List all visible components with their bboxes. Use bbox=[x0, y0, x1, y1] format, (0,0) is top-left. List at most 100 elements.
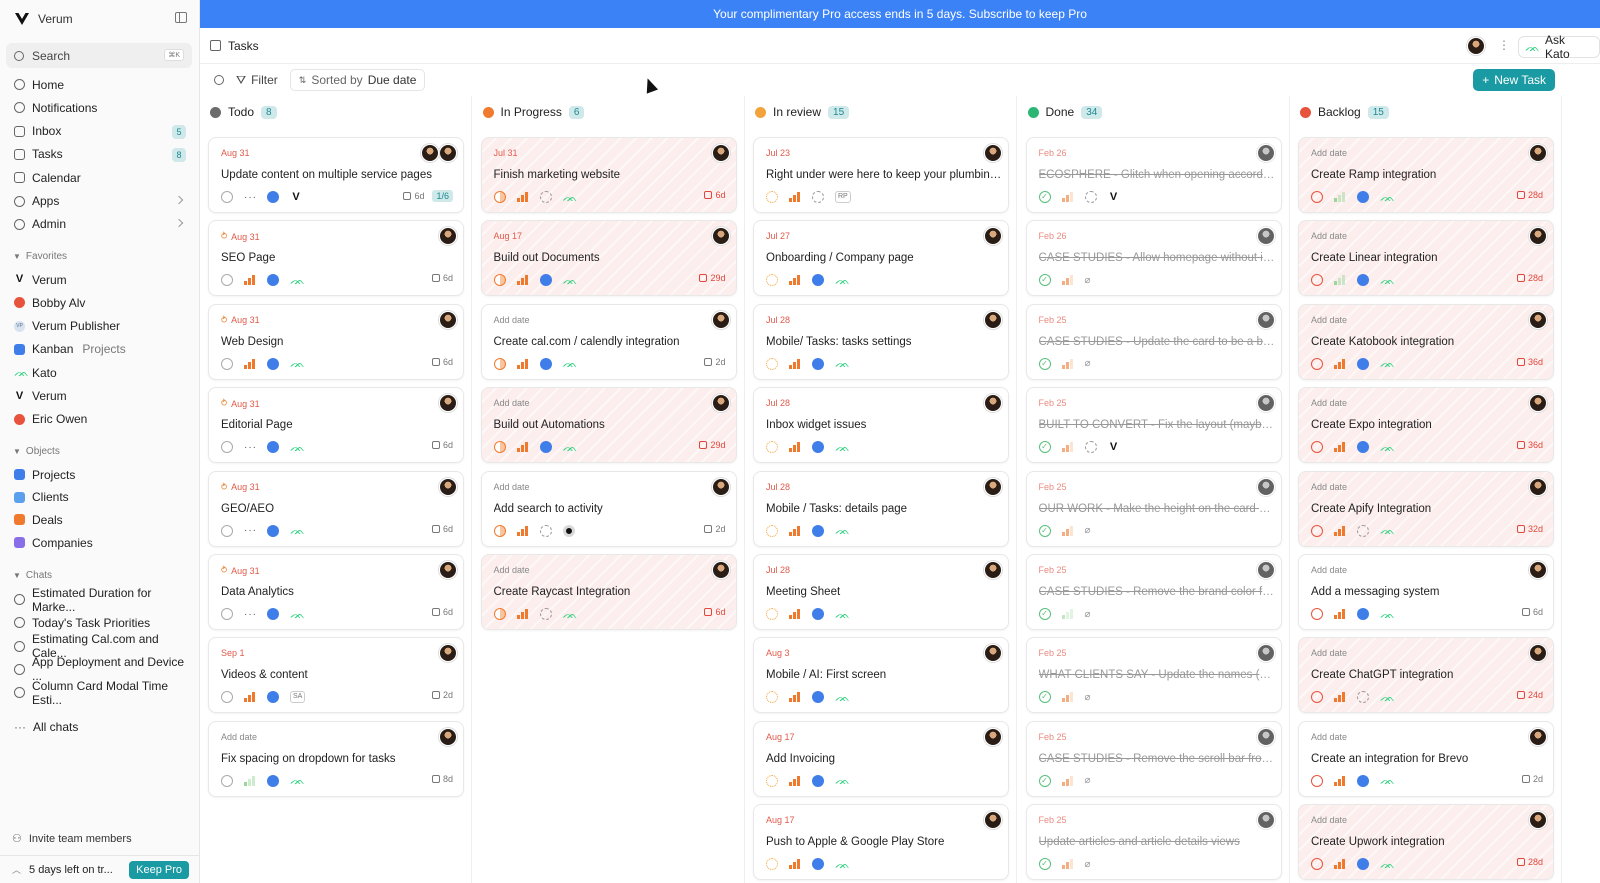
workspace-switcher[interactable]: Verum bbox=[14, 11, 73, 27]
task-card[interactable]: Add date Create Ramp integration ᨏ 28d bbox=[1298, 137, 1554, 213]
status-icon[interactable]: ✓ bbox=[1038, 191, 1051, 203]
assignee-avatar[interactable] bbox=[711, 561, 730, 579]
chat-item-estimated-duration-for-marke[interactable]: Estimated Duration for Marke... bbox=[6, 586, 192, 614]
priority-icon[interactable] bbox=[1061, 192, 1074, 202]
due-date[interactable]: ⥁ Aug 31 bbox=[221, 398, 260, 409]
due-date[interactable]: Jul 28 bbox=[766, 565, 790, 575]
due-date[interactable]: Jul 23 bbox=[766, 148, 790, 158]
assignee-avatar[interactable] bbox=[711, 394, 730, 413]
sidebar-item-notifications[interactable]: Notifications bbox=[6, 96, 192, 119]
status-icon[interactable] bbox=[766, 441, 778, 454]
priority-icon[interactable] bbox=[789, 775, 801, 786]
task-card[interactable]: Add date Create Linear integration ᨏ 28d bbox=[1298, 220, 1554, 297]
due-date[interactable]: Add date bbox=[494, 565, 530, 575]
due-date[interactable]: Add date bbox=[1311, 482, 1347, 492]
due-date[interactable]: Aug 31 bbox=[221, 148, 250, 158]
assignee-avatar[interactable] bbox=[1529, 644, 1547, 663]
due-date[interactable]: Add date bbox=[1311, 315, 1347, 325]
priority-icon[interactable] bbox=[1334, 525, 1346, 536]
priority-icon[interactable] bbox=[1334, 275, 1346, 286]
project-icon[interactable] bbox=[1357, 608, 1369, 620]
sidebar-item-apps[interactable]: Apps bbox=[6, 190, 192, 213]
project-icon[interactable] bbox=[267, 691, 279, 704]
due-date[interactable]: Add date bbox=[494, 482, 530, 492]
status-icon[interactable]: ✓ bbox=[1038, 858, 1051, 871]
favorite-item-kanban[interactable]: Kanban Projects bbox=[6, 338, 192, 361]
sidebar-item-tasks[interactable]: Tasks 8 bbox=[6, 143, 192, 166]
priority-icon[interactable] bbox=[1061, 442, 1074, 453]
project-icon[interactable] bbox=[539, 441, 552, 454]
task-card[interactable]: Jul 28 Mobile/ Tasks: tasks settings ᨏ bbox=[753, 303, 1009, 380]
assignee-avatar[interactable] bbox=[984, 727, 1002, 746]
task-card[interactable]: Add date Fix spacing on dropdown for task… bbox=[208, 720, 464, 797]
assignee-avatar[interactable] bbox=[439, 310, 457, 329]
status-icon[interactable] bbox=[766, 357, 778, 370]
status-icon[interactable] bbox=[1311, 441, 1323, 454]
status-icon[interactable] bbox=[221, 691, 233, 704]
status-icon[interactable] bbox=[221, 274, 233, 287]
task-card[interactable]: Aug 17 Push to Apple & Google Play Store ᨏ bbox=[753, 804, 1009, 881]
status-icon[interactable]: ✓ bbox=[1038, 608, 1051, 620]
status-icon[interactable] bbox=[766, 191, 778, 203]
project-icon[interactable] bbox=[812, 774, 824, 787]
status-icon[interactable] bbox=[221, 608, 233, 620]
priority-icon[interactable] bbox=[789, 275, 801, 286]
task-card[interactable]: ⥁ Aug 31 Editorial Page ··· ᨏ 6d bbox=[208, 387, 464, 464]
due-date[interactable]: Add date bbox=[494, 398, 530, 408]
task-card[interactable]: Aug 17 Add Invoicing ᨏ bbox=[753, 720, 1009, 797]
task-card[interactable]: Add date Create Raycast Integration ᨏ 6d bbox=[480, 554, 737, 630]
assignee-avatar[interactable] bbox=[1256, 144, 1275, 162]
chat-item-today-s-task-priorities[interactable]: Today's Task Priorities bbox=[6, 611, 192, 634]
assignee-avatar[interactable] bbox=[439, 727, 457, 746]
due-date[interactable]: Add date bbox=[1311, 231, 1347, 241]
task-card[interactable]: Jul 23 Right under were here to keep your… bbox=[753, 137, 1009, 213]
assignee-avatar[interactable] bbox=[984, 310, 1002, 329]
assignee-avatar[interactable] bbox=[439, 144, 457, 162]
favorite-item-bobby-alv[interactable]: Bobby Alv bbox=[6, 291, 192, 314]
assignee-avatar[interactable] bbox=[711, 144, 730, 162]
chats-section-header[interactable]: ▼ Chats bbox=[13, 570, 52, 581]
task-card[interactable]: ⥁ Aug 31 Data Analytics ··· ᨏ 6d bbox=[208, 554, 464, 630]
project-icon[interactable] bbox=[267, 357, 279, 370]
due-date[interactable]: Add date bbox=[1311, 815, 1347, 825]
project-icon[interactable] bbox=[539, 357, 552, 370]
task-card[interactable]: Add date Create Expo integration ᨏ 36d bbox=[1298, 387, 1554, 464]
task-card[interactable]: Aug 31 Update content on multiple service… bbox=[208, 137, 464, 213]
status-icon[interactable] bbox=[1311, 524, 1323, 537]
more-icon[interactable]: ··· bbox=[244, 442, 256, 453]
assignee-avatar[interactable] bbox=[711, 477, 730, 496]
more-icon[interactable]: ··· bbox=[244, 525, 256, 536]
status-icon[interactable]: ✓ bbox=[1038, 691, 1051, 704]
due-date[interactable]: Feb 25 bbox=[1039, 482, 1067, 492]
status-icon[interactable] bbox=[493, 524, 506, 537]
priority-icon[interactable] bbox=[789, 192, 801, 202]
project-icon[interactable] bbox=[539, 191, 552, 203]
search-input[interactable]: Search ⌘K bbox=[6, 43, 192, 68]
new-task-button[interactable]: + New Task bbox=[1473, 69, 1555, 91]
task-card[interactable]: ⥁ Aug 31 SEO Page ᨏ 6d bbox=[208, 220, 464, 297]
assignee-avatar[interactable] bbox=[1256, 644, 1275, 663]
task-card[interactable]: Add date Create Upwork integration ᨏ 28d bbox=[1298, 804, 1554, 881]
due-date[interactable]: ⥁ Aug 31 bbox=[221, 315, 260, 326]
due-date[interactable]: Feb 25 bbox=[1039, 648, 1067, 658]
task-card[interactable]: Add date Add search to activity 2d bbox=[480, 470, 737, 547]
project-icon[interactable] bbox=[267, 441, 279, 454]
pro-banner[interactable]: Your complimentary Pro access ends in 5 … bbox=[200, 0, 1600, 28]
assignee-avatar[interactable] bbox=[421, 144, 439, 162]
assignee-avatar[interactable] bbox=[984, 144, 1002, 162]
task-card[interactable]: Feb 25 CASE STUDIES - Remove the scroll b… bbox=[1025, 720, 1282, 797]
avatar[interactable] bbox=[1467, 37, 1485, 55]
task-card[interactable]: Jul 28 Inbox widget issues ᨏ bbox=[753, 387, 1009, 464]
due-date[interactable]: Jul 31 bbox=[494, 148, 518, 158]
due-date[interactable]: Jul 28 bbox=[766, 315, 790, 325]
column-header[interactable]: In Progress 6 bbox=[482, 102, 585, 122]
favorites-section-header[interactable]: ▼ Favorites bbox=[13, 251, 67, 262]
project-icon[interactable] bbox=[539, 274, 552, 287]
project-icon[interactable] bbox=[1357, 858, 1369, 871]
assignee-avatar[interactable] bbox=[1529, 561, 1547, 579]
chat-item-estimating-cal-com-and-cale[interactable]: Estimating Cal.com and Cale... bbox=[6, 632, 192, 660]
priority-icon[interactable] bbox=[244, 358, 256, 369]
sidebar-item-home[interactable]: Home bbox=[6, 73, 192, 96]
due-date[interactable]: Feb 25 bbox=[1039, 398, 1067, 408]
column-header[interactable]: Done 34 bbox=[1027, 102, 1103, 122]
